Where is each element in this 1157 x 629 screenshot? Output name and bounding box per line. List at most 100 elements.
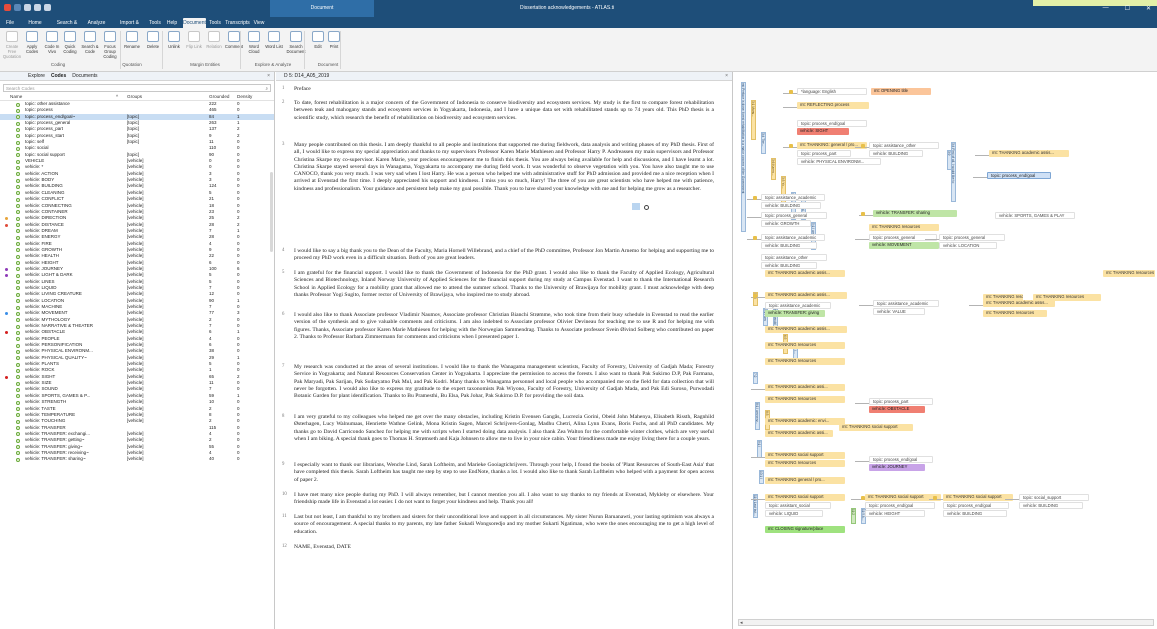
column-density-header[interactable]: Density [237,94,257,100]
close-button[interactable]: ✕ [1146,5,1151,12]
menu-tab-document[interactable]: Document [183,18,206,28]
ribbon-button-comment[interactable]: Comment [224,31,244,49]
margin-code-tag[interactable]: topic: assistance_other [761,254,827,261]
margin-code-tag[interactable]: mt: CLOSING signature/place [765,526,845,533]
margin-code-tag[interactable]: topic: assistance_academic [761,194,825,201]
customize-toolbar-icon[interactable] [44,4,51,11]
margin-code-tag[interactable]: mt: THANKING academic assi... [765,430,833,437]
margin-code-tag[interactable]: mt: THANKING social support [943,494,1013,501]
margin-quotation-bar[interactable]: 10:1 I have... [759,470,764,484]
ribbon-button-word-cloud[interactable]: Word Cloud [244,31,264,54]
redo-icon[interactable] [24,4,31,11]
margin-quotation-bar[interactable]: 3:4 First of all, I would like to [951,142,956,202]
margin-code-tag[interactable]: topic: process_end/goal [987,172,1051,179]
margin-code-tag[interactable]: topic: assistance_academic [765,302,831,309]
margin-code-tag[interactable]: vehicle: OBSTACLE [869,406,925,413]
tab-documents[interactable]: Documents [72,73,97,79]
margin-quotation-bar[interactable]: 11:2 Last... [851,508,856,524]
ribbon-button-rename[interactable]: Rename [122,31,142,49]
menu-tab-home[interactable]: Home [22,18,48,28]
margin-code-tag[interactable]: vehicle: LOCATION [939,242,997,249]
undo-icon[interactable] [14,4,21,11]
menu-tab-file[interactable]: File [3,18,17,28]
margin-code-tag[interactable]: mt: THANKING resources [765,460,845,467]
margin-code-tag[interactable]: topic: process_end/goal [869,456,933,463]
ribbon-button-focus-group-coding[interactable]: Focus Group Coding [100,31,120,59]
margin-code-tag[interactable]: topic: process_end/goal [943,502,1009,509]
margin-code-tag[interactable]: topic: process_part [797,150,851,157]
ribbon-button-search-document[interactable]: Search Document [286,31,306,54]
margin-code-tag[interactable]: topic: process_general [761,212,827,219]
close-document-icon[interactable]: × [725,72,728,81]
margin-code-tag[interactable]: mt: THANKING resources [765,396,845,403]
column-groups-header[interactable]: Groups [127,94,209,100]
margin-code-tag[interactable]: mt: THANKING resources [869,224,939,231]
margin-code-tag[interactable]: vehicle: LIQUID [765,510,823,517]
search-codes-input[interactable]: Search Codes ⌕ [3,84,271,92]
tab-explore[interactable]: Explore [28,73,45,79]
margin-code-tag[interactable]: vehicle: BUILDING [761,262,817,269]
menu-tab-tools[interactable]: Tools [148,18,162,28]
ribbon-button-relation[interactable]: Relation [204,31,224,49]
menu-tab-transcripts[interactable]: Transcripts [225,18,250,28]
margin-code-tag[interactable]: vehicle: SPORTS, GAMES & PLAY [995,212,1075,219]
maximize-button[interactable]: ☐ [1125,5,1130,12]
sort-indicator-icon[interactable]: ^ [36,94,127,100]
save-icon[interactable] [34,4,41,11]
margin-code-tag[interactable]: mt: THANKING academic assis... [765,270,845,277]
margin-code-tag[interactable]: vehicle: TRANSFER: giving [765,310,825,317]
margin-code-tag[interactable]: mt: THANKING academic assis... [983,300,1055,307]
margin-code-tag[interactable]: vehicle: TRANSFER: sharing [873,210,957,217]
margin-code-tag[interactable]: topic: assistance_academic [761,234,825,241]
column-grounded-header[interactable]: Grounded [209,94,237,100]
ribbon-button-delete[interactable]: Delete [143,31,163,49]
selected-quotation-highlight[interactable] [632,203,640,210]
margin-code-tag[interactable]: topic: assistance_other [869,142,939,149]
tab-codes[interactable]: Codes [51,73,66,79]
margin-code-tag[interactable]: mt: THANKING resources [1033,294,1101,301]
margin-code-tag[interactable]: mt: THANKING resources [765,358,845,365]
margin-code-tag[interactable]: vehicle: BUILDING [869,150,923,157]
ribbon-button-search-code[interactable]: Search & Code [80,31,100,54]
margin-code-tag[interactable]: vehicle: PHYSICAL ENVIRONM... [797,158,881,165]
margin-code-tag[interactable]: vehicle: VALUE [873,308,925,315]
ribbon-button-quick-coding[interactable]: Quick Coding [60,31,80,54]
margin-quotation-bar[interactable]: 3:4 The... [761,132,766,154]
ribbon-button-create-free-quotation[interactable]: Create Free Quotation [2,31,22,59]
ribbon-button-word-list[interactable]: Word List [264,31,284,49]
ribbon-button-flip-link[interactable]: Flip Link [184,31,204,49]
margin-code-tag[interactable]: vehicle: BUILDING [1019,502,1083,509]
margin-code-tag[interactable]: *language: English [797,88,867,95]
margin-quotation-bar[interactable]: 8:1 I am very... [755,402,760,430]
margin-code-tag[interactable]: vehicle: GROWTH [761,220,811,227]
document-tab[interactable]: D 5: D14_A05_2019 × [276,72,732,81]
margin-code-tag[interactable]: mt: THANKING academic: envi... [765,418,845,425]
margin-code-tag[interactable]: mt: REFLECTING process [797,102,869,109]
margin-quotation-bar[interactable]: 7:2 My... [753,372,758,384]
margin-code-tag[interactable]: mt: THANKING academic assis... [765,326,847,333]
ribbon-button-code-in-vivo[interactable]: Code In Vivo [42,31,62,54]
margin-code-tag[interactable]: mt: THANKING academic assi... [765,384,845,391]
margin-code-tag[interactable]: mt: THANKING academic assis... [765,292,847,299]
margin-quotation-bar[interactable]: 11:1 Last but... [753,494,758,518]
code-list-scrollbar[interactable] [270,172,273,252]
ribbon-button-apply-codes[interactable]: Apply Codes [22,31,42,54]
menu-tab-analyze[interactable]: Analyze [84,18,109,28]
margin-quotation-bar[interactable]: 3:6 Karen... [771,158,776,180]
margin-code-tag[interactable]: mt: THANKING social support [839,424,913,431]
margin-code-tag[interactable]: mt: THANKING resources [1103,270,1155,277]
margin-code-tag[interactable]: mt: THANKING general / pro... [765,477,845,484]
margin-code-tag[interactable]: topic: process_end/goal [797,120,867,127]
menu-tab-import-export[interactable]: Import & Export [113,18,146,36]
margin-code-tag[interactable]: vehicle: BUILDING [761,202,821,209]
margin-code-tag[interactable]: vehicle: BUILDING [761,242,817,249]
column-name-header[interactable]: Name [0,94,36,100]
margin-code-tag[interactable]: mt: THANKING academic assis... [989,150,1069,157]
margin-code-tag[interactable]: mt: THANKING resources [983,310,1047,317]
ribbon-button-unlink[interactable]: Unlink [164,31,184,49]
menu-tab-search-code[interactable]: Search & Code [52,18,82,36]
ribbon-button-print[interactable]: Print [324,31,344,49]
margin-code-tag[interactable]: vehicle: SIGHT [797,128,849,135]
margin-code-tag[interactable]: vehicle: HEIGHT [865,510,925,517]
margin-code-tag[interactable]: topic: process_general [939,234,1005,241]
